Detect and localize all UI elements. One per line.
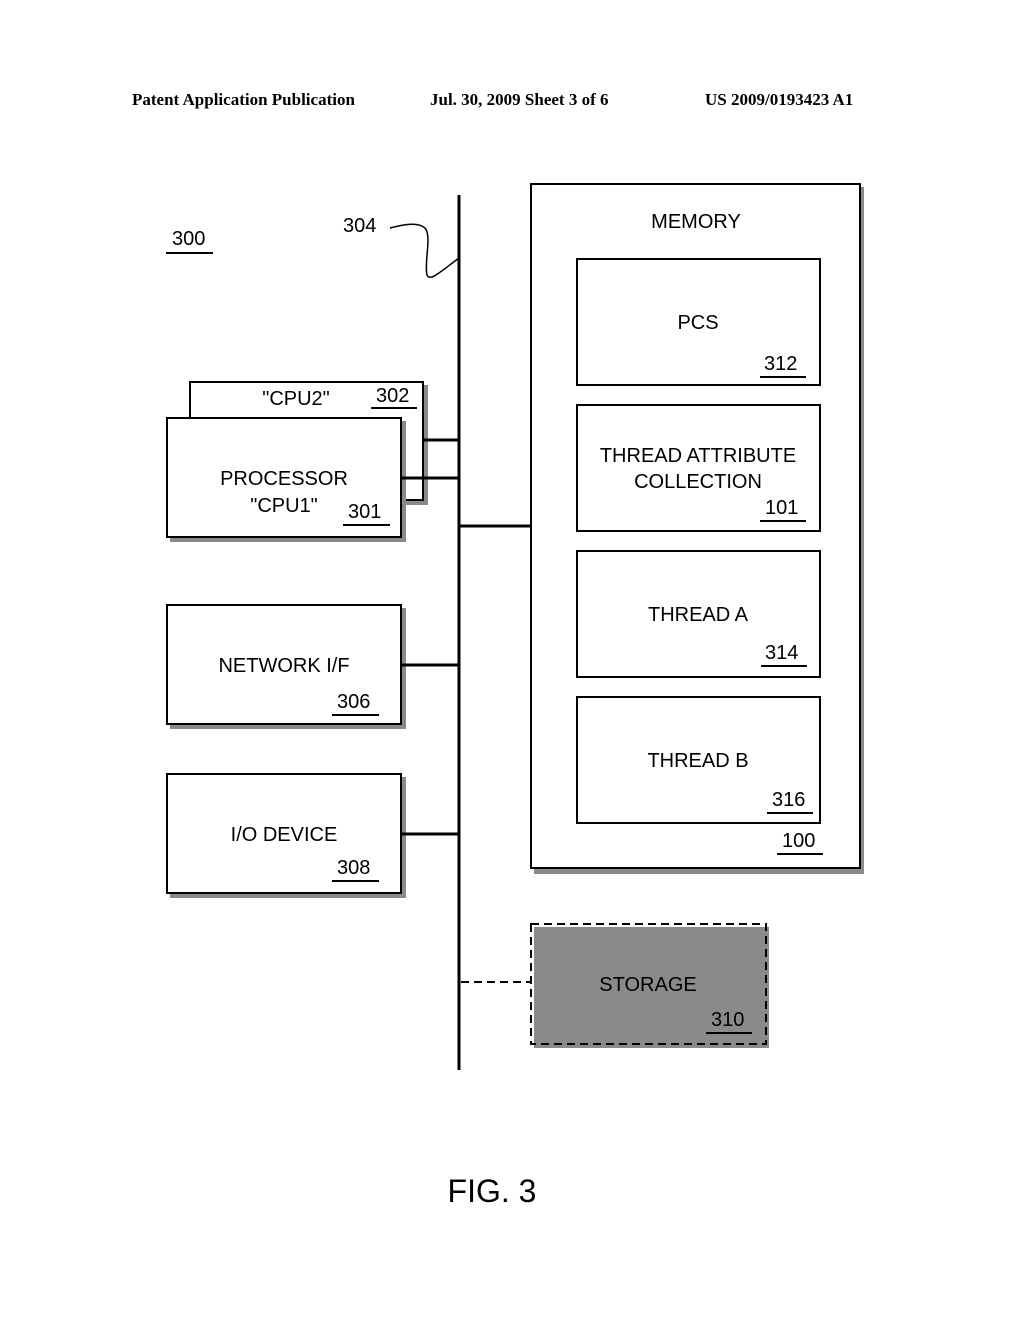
system-ref-label: 300: [172, 228, 205, 250]
bus-ref-label: 304: [343, 215, 376, 237]
memory-item-ref: 101: [765, 497, 798, 519]
memory-item-ref: 316: [772, 789, 805, 811]
bus-ref-leader: [389, 223, 460, 279]
cpu2-ref: 302: [376, 385, 409, 407]
network-if-label: NETWORK I/F: [218, 655, 349, 677]
memory-item-label: THREAD A: [648, 604, 749, 626]
cpu2-label: "CPU2": [262, 388, 330, 410]
memory-item-ref: 312: [764, 353, 797, 375]
network-if-ref: 306: [337, 691, 370, 713]
system-diagram: 300 304 "CPU2" 302 PROCESSOR "CPU1" 301 …: [166, 183, 864, 1209]
io-device-ref: 308: [337, 857, 370, 879]
storage-label: STORAGE: [599, 974, 696, 996]
memory-item-label-line1: THREAD ATTRIBUTE: [600, 445, 796, 467]
cpu1-label-line2: "CPU1": [250, 495, 318, 517]
memory-item-pcs: PCS 312: [576, 258, 821, 386]
network-if-box: NETWORK I/F 306: [166, 604, 406, 729]
memory-item-label-line2: COLLECTION: [634, 471, 762, 493]
memory-title: MEMORY: [651, 211, 741, 233]
memory-item-thread-a: THREAD A 314: [576, 550, 821, 678]
storage-ref: 310: [711, 1009, 744, 1031]
io-device-label: I/O DEVICE: [231, 824, 338, 846]
cpu1-box: PROCESSOR "CPU1" 301: [166, 417, 406, 542]
bus-ref: 304: [343, 215, 460, 279]
cpu1-ref: 301: [348, 501, 381, 523]
cpu1-label-line1: PROCESSOR: [220, 468, 348, 490]
system-ref: 300: [166, 228, 213, 254]
io-device-box: I/O DEVICE 308: [166, 773, 406, 898]
memory-item-thread-attribute-collection: THREAD ATTRIBUTE COLLECTION 101: [576, 404, 821, 532]
memory-item-thread-b: THREAD B 316: [576, 696, 821, 824]
memory-box: MEMORY PCS 312 THREAD ATTRIBUTE COLLECTI…: [530, 183, 864, 874]
memory-item-label: PCS: [677, 312, 718, 334]
memory-ref: 100: [782, 830, 815, 852]
memory-item-ref: 314: [765, 642, 798, 664]
figure-label: FIG. 3: [448, 1173, 537, 1209]
storage-box: STORAGE 310: [530, 923, 769, 1048]
memory-item-label: THREAD B: [647, 750, 748, 772]
